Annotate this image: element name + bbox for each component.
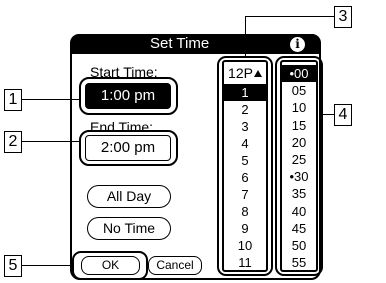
- end-time-field[interactable]: 2:00 pm: [85, 135, 171, 161]
- hour-item[interactable]: 11: [224, 254, 266, 271]
- minute-item[interactable]: 55: [282, 254, 316, 271]
- hour-list[interactable]: 12P 1 2 3 4 5 6 7 8 9 10 11: [222, 60, 268, 272]
- minute-item[interactable]: 10: [282, 99, 316, 116]
- callout-2: 2: [4, 131, 22, 153]
- minute-item[interactable]: •30: [282, 168, 316, 185]
- cancel-button[interactable]: Cancel: [148, 256, 202, 275]
- callout-3-leader: [245, 16, 334, 17]
- minute-item[interactable]: •00: [282, 65, 316, 82]
- callout-4: 4: [334, 104, 352, 126]
- minute-item[interactable]: 50: [282, 237, 316, 254]
- dialog-title: Set Time: [150, 35, 210, 52]
- callout-5: 5: [4, 255, 22, 277]
- hour-item[interactable]: 10: [224, 237, 266, 254]
- callout-1: 1: [4, 89, 22, 111]
- hour-item[interactable]: 9: [224, 220, 266, 237]
- minute-item[interactable]: 25: [282, 151, 316, 168]
- hour-item[interactable]: 2: [224, 101, 266, 118]
- up-arrow-icon[interactable]: [253, 70, 262, 77]
- minute-item[interactable]: 05: [282, 82, 316, 99]
- minute-list[interactable]: •00 05 10 15 20 25 •30 35 40 45 50 55: [280, 60, 318, 272]
- hour-item[interactable]: 5: [224, 152, 266, 169]
- minute-item[interactable]: 20: [282, 134, 316, 151]
- callout-5-leader: [22, 265, 72, 266]
- hour-item[interactable]: 8: [224, 203, 266, 220]
- hour-item[interactable]: 1: [224, 84, 266, 101]
- callout-1-leader: [22, 99, 79, 100]
- callout-4-leader: [323, 114, 334, 115]
- hour-item[interactable]: 7: [224, 186, 266, 203]
- hour-list-header[interactable]: 12P: [224, 64, 266, 82]
- minute-item[interactable]: 45: [282, 220, 316, 237]
- hour-item[interactable]: 3: [224, 118, 266, 135]
- ok-button[interactable]: OK: [81, 256, 140, 275]
- minute-item[interactable]: 40: [282, 203, 316, 220]
- hour-list-header-label: 12P: [228, 65, 253, 81]
- callout-2-leader: [22, 141, 79, 142]
- all-day-button[interactable]: All Day: [87, 185, 171, 208]
- hour-item[interactable]: 6: [224, 169, 266, 186]
- minute-item[interactable]: 35: [282, 185, 316, 202]
- callout-3-leader-drop: [245, 16, 246, 56]
- callout-3: 3: [334, 6, 352, 28]
- hour-item[interactable]: 4: [224, 135, 266, 152]
- minute-item[interactable]: 15: [282, 117, 316, 134]
- start-time-field[interactable]: 1:00 pm: [85, 83, 171, 109]
- no-time-button[interactable]: No Time: [87, 217, 171, 240]
- info-icon[interactable]: i: [290, 37, 305, 52]
